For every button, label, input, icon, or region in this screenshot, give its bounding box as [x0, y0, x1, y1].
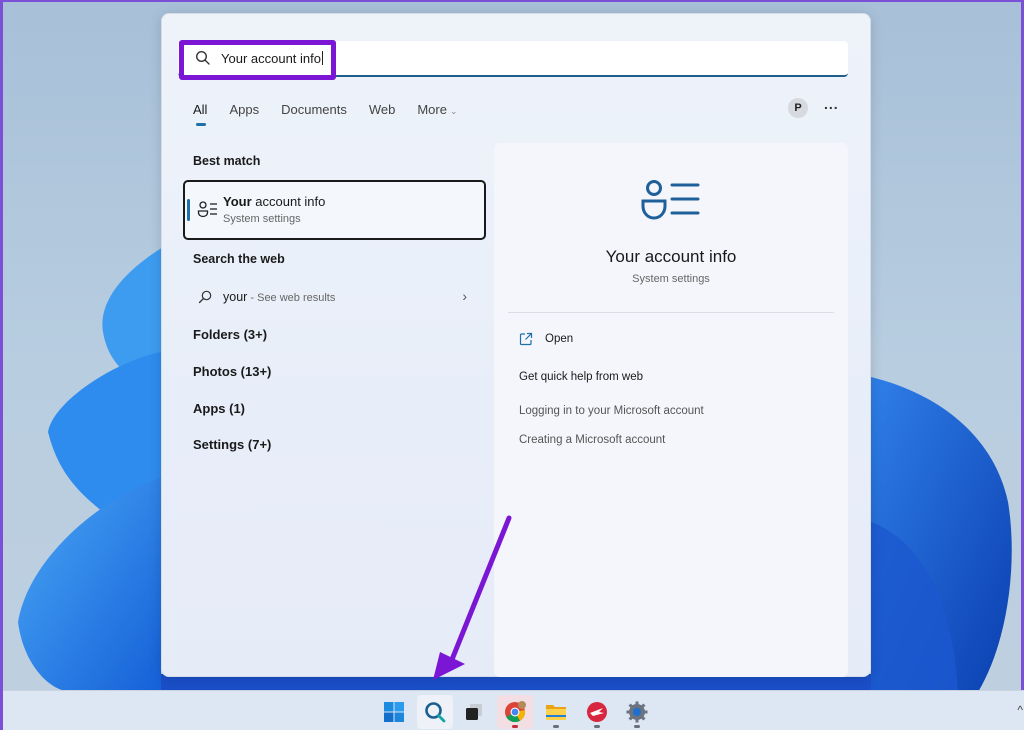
taskbar-file-explorer-button[interactable] [538, 695, 574, 729]
taskbar-settings-button[interactable] [619, 695, 655, 729]
search-icon [425, 702, 446, 723]
selection-indicator [187, 199, 190, 221]
best-match-result[interactable]: Your account info System settings [183, 180, 486, 240]
chevron-right-icon: › [462, 288, 467, 304]
taskbar-search-button[interactable] [417, 695, 453, 729]
folder-icon [546, 705, 566, 720]
help-link[interactable]: Creating a Microsoft account [519, 434, 665, 446]
running-indicator [634, 725, 640, 728]
preview-title: Your account info [605, 247, 737, 266]
tab-web[interactable]: Web [369, 102, 396, 117]
filter-tabs: All Apps Documents Web More ⌄ [193, 102, 480, 126]
running-indicator [594, 725, 600, 728]
text-caret [321, 51, 323, 65]
show-hidden-icons-button[interactable]: ^ [1017, 703, 1023, 717]
red-app-icon [587, 702, 607, 722]
best-match-title: Your account info [223, 194, 326, 209]
search-the-web-heading: Search the web [193, 252, 285, 266]
result-preview-pane: Your account info System settings Open G… [494, 143, 848, 677]
more-options-button[interactable]: ... [824, 96, 839, 112]
category-photos[interactable]: Photos (13+) [193, 364, 271, 379]
tab-more-label: More [417, 102, 447, 117]
running-indicator [553, 725, 559, 728]
taskbar-task-view-button[interactable] [456, 695, 492, 729]
tab-all[interactable]: All [193, 102, 207, 126]
taskbar-app-button[interactable] [579, 695, 615, 729]
annotation-arrow [433, 515, 512, 680]
preview-divider [508, 312, 834, 313]
category-apps[interactable]: Apps (1) [193, 401, 245, 416]
tab-documents[interactable]: Documents [281, 102, 347, 117]
windows-logo-icon [384, 702, 404, 722]
best-match-heading: Best match [193, 154, 261, 168]
web-search-result[interactable]: your - See web results › [198, 288, 473, 307]
best-match-subtitle: System settings [223, 213, 301, 225]
chevron-down-icon: ⌄ [449, 106, 458, 116]
category-settings[interactable]: Settings (7+) [193, 437, 271, 452]
taskbar-start-button[interactable] [376, 695, 412, 729]
account-avatar[interactable]: P [788, 98, 808, 118]
quick-help-heading: Get quick help from web [519, 371, 644, 383]
running-indicator [512, 725, 518, 728]
search-icon [195, 50, 210, 65]
web-search-icon [198, 290, 212, 304]
category-folders[interactable]: Folders (3+) [193, 327, 267, 342]
gear-icon [626, 701, 648, 723]
account-info-large-icon [641, 180, 700, 220]
task-view-icon [466, 704, 482, 720]
taskbar-chrome-button[interactable] [497, 695, 533, 729]
help-link[interactable]: Logging in to your Microsoft account [519, 405, 704, 417]
open-label: Open [545, 333, 574, 345]
web-search-text: your - See web results [223, 290, 336, 304]
account-info-icon [197, 201, 217, 218]
preview-subtitle: System settings [632, 273, 710, 285]
tab-more[interactable]: More ⌄ [417, 102, 457, 117]
chrome-icon [505, 701, 526, 723]
search-query-text[interactable]: Your account info [221, 51, 323, 66]
open-external-icon [519, 332, 533, 346]
tab-apps[interactable]: Apps [229, 102, 259, 117]
taskbar: ^ [3, 690, 1024, 730]
